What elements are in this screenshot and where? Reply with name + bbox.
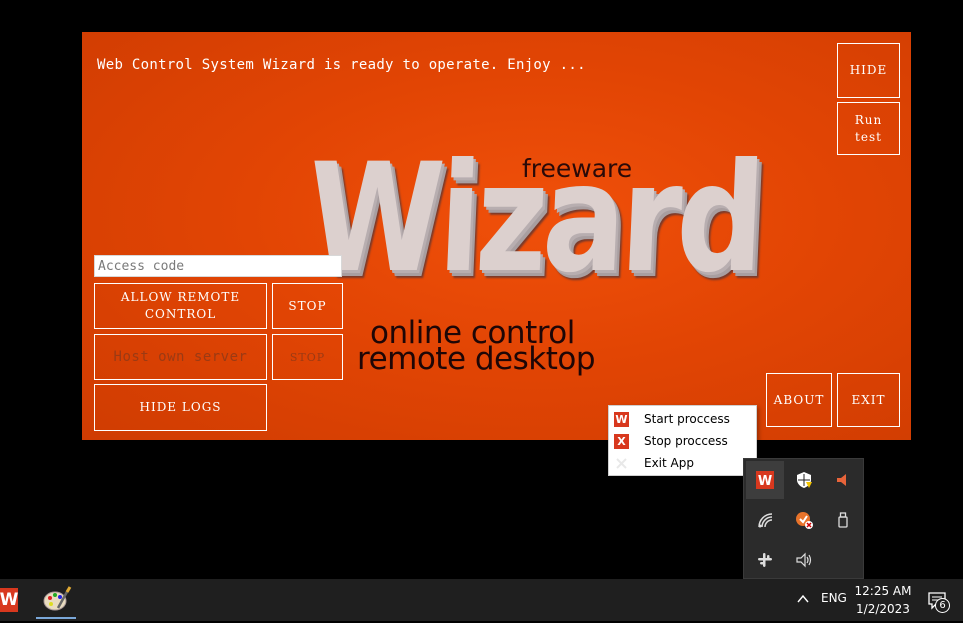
clock-date: 1/2/2023 [856,602,910,616]
usb-icon[interactable] [824,501,862,539]
allow-remote-control-button[interactable]: ALLOW REMOTE CONTROL [94,283,267,329]
slack-icon[interactable] [746,541,784,579]
app-window: Web Control System Wizard is ready to op… [82,32,911,440]
run-test-button[interactable]: Run test [837,102,900,155]
exit-icon [614,456,629,471]
speaker-muted-icon[interactable] [824,461,862,499]
tray-context-menu: W Start proccess X Stop proccess Exit Ap… [608,405,757,476]
active-app-indicator [36,617,76,619]
exit-button[interactable]: EXIT [837,373,900,427]
start-icon: W [614,411,629,427]
access-code-input[interactable] [94,255,342,277]
clock-time: 12:25 AM [854,584,912,598]
language-indicator[interactable]: ENG [821,591,847,605]
menu-item-stop[interactable]: X Stop proccess [609,430,756,452]
svg-text:W: W [758,474,772,489]
taskbar [0,579,963,621]
menu-item-exit[interactable]: Exit App [609,452,756,474]
clock[interactable]: 12:25 AM 1/2/2023 [852,582,914,618]
menu-item-label: Stop proccess [644,434,728,448]
tray-overflow-panel: W [743,458,864,579]
logo-badge: freeware [522,154,633,183]
status-text: Web Control System Wizard is ready to op… [97,57,586,73]
menu-item-start[interactable]: W Start proccess [609,408,756,430]
host-own-server-button[interactable]: Host own server [94,334,267,380]
about-button[interactable]: ABOUT [766,373,832,427]
stop-icon: X [614,433,629,449]
menu-item-label: Start proccess [644,412,730,426]
wizard-tray-icon[interactable]: W [746,461,784,499]
taskbar-wizard-app[interactable]: W [0,588,18,612]
security-warning-icon[interactable] [785,461,823,499]
chevron-up-icon[interactable] [795,591,811,607]
vpn-icon[interactable] [785,501,823,539]
hide-button[interactable]: HIDE [837,43,900,98]
menu-item-label: Exit App [644,456,694,470]
stop-server-button[interactable]: STOP [272,334,343,380]
paint-app-icon[interactable] [36,582,76,619]
logo-tagline-2: remote desktop [357,341,596,377]
wizard-logo: Wizard freeware online control remote de… [305,132,764,392]
notification-count-badge: 6 [935,598,950,613]
volume-icon[interactable] [785,541,823,579]
wifi-icon[interactable] [746,501,784,539]
stop-remote-control-button[interactable]: STOP [272,283,343,329]
hide-logs-button[interactable]: HIDE LOGS [94,384,267,431]
